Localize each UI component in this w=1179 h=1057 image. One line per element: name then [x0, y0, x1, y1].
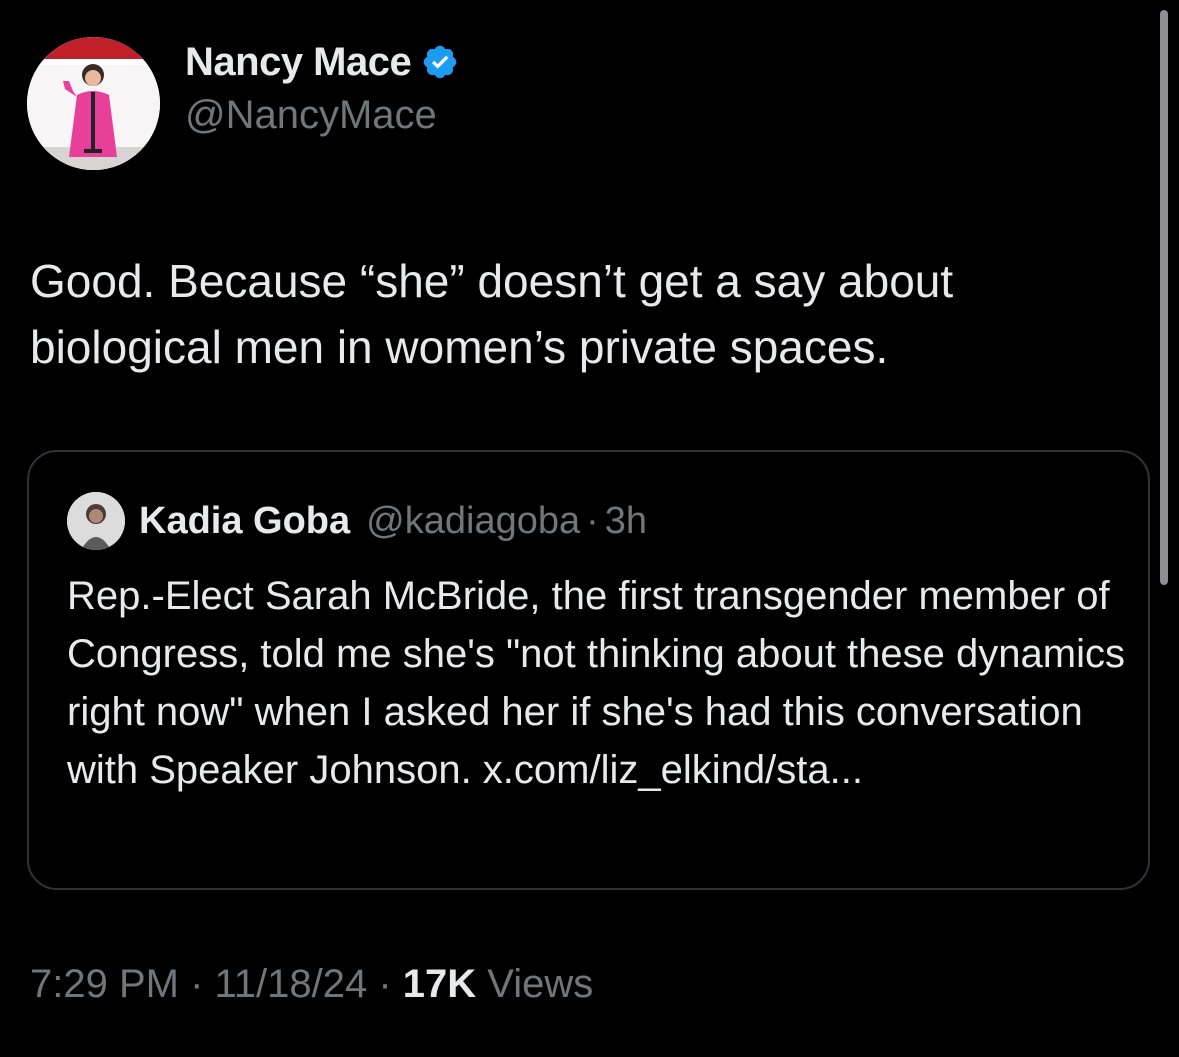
- tweet-header: Nancy Mace @NancyMace: [27, 37, 459, 170]
- author-handle[interactable]: @NancyMace: [185, 93, 459, 138]
- tweet-date[interactable]: 11/18/24: [215, 962, 368, 1006]
- views-count[interactable]: 17K: [403, 962, 476, 1006]
- quoted-display-name[interactable]: Kadia Goba: [139, 500, 350, 543]
- scrollbar[interactable]: [1160, 10, 1168, 585]
- quoted-avatar[interactable]: [67, 492, 125, 550]
- quoted-tweet-text: Rep.-Elect Sarah McBride, the first tran…: [67, 574, 1125, 792]
- avatar[interactable]: [27, 37, 160, 170]
- quoted-tweet-header: Kadia Goba @kadiagoba · 3h: [67, 492, 647, 550]
- name-row: Nancy Mace: [185, 40, 459, 85]
- tweet-text: Good. Because “she” doesn’t get a say ab…: [30, 255, 954, 373]
- author-names: Nancy Mace @NancyMace: [185, 40, 459, 138]
- quoted-separator: ·: [586, 499, 599, 542]
- meta-separator: ·: [178, 962, 215, 1006]
- avatar-photo: [27, 37, 160, 170]
- views-label[interactable]: Views: [476, 962, 593, 1006]
- tweet-meta: 7:29 PM · 11/18/24 · 17K Views: [30, 962, 593, 1007]
- quoted-tweet-card[interactable]: Kadia Goba @kadiagoba · 3h Rep.-Elect Sa…: [27, 450, 1150, 890]
- author-display-name[interactable]: Nancy Mace: [185, 40, 412, 85]
- verified-badge-icon[interactable]: [421, 43, 459, 81]
- quoted-timestamp[interactable]: 3h: [605, 500, 647, 543]
- quoted-handle[interactable]: @kadiagoba: [366, 500, 580, 543]
- meta-separator: ·: [367, 962, 403, 1006]
- quoted-avatar-photo: [67, 492, 125, 550]
- tweet-time[interactable]: 7:29 PM: [30, 962, 179, 1006]
